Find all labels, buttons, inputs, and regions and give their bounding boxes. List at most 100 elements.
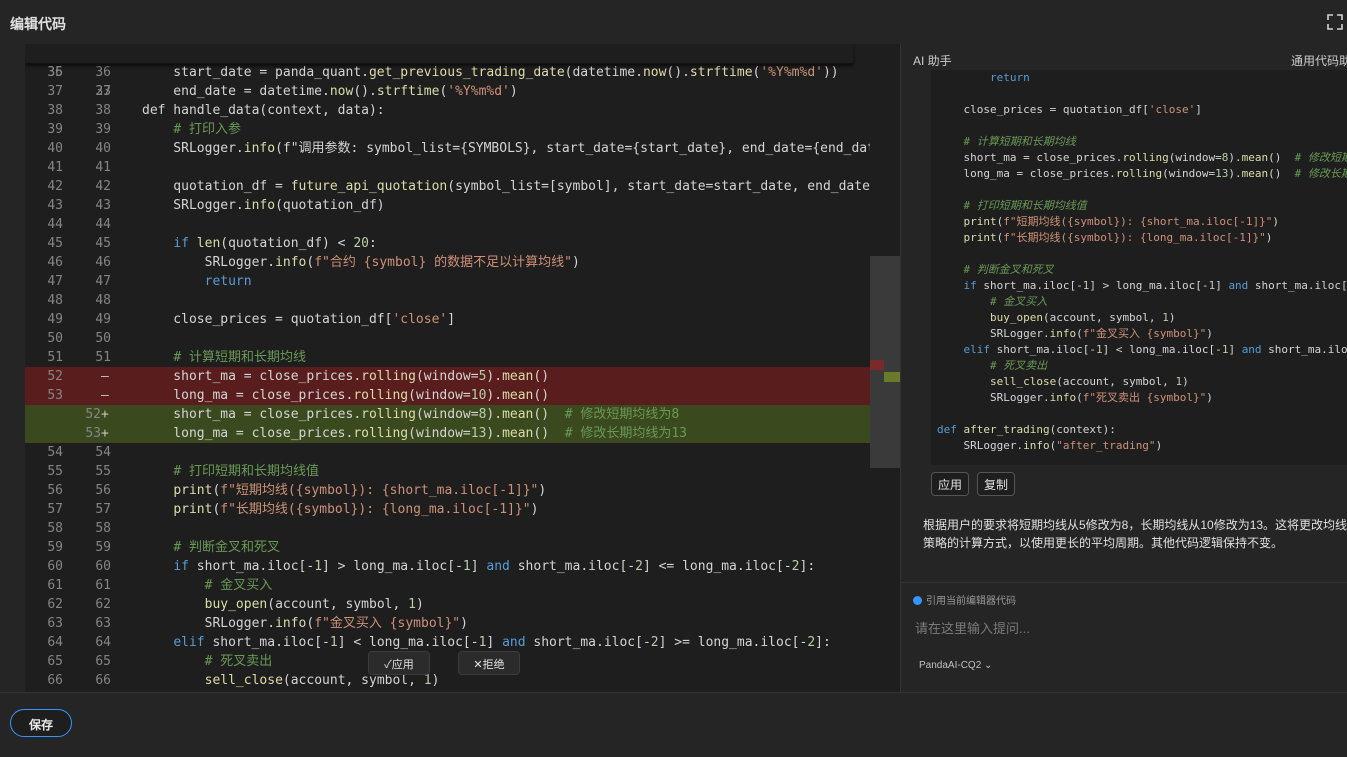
line-number-new: 40 — [95, 141, 111, 156]
line-number-old: 64 — [47, 635, 63, 650]
line-number-old: 66 — [47, 673, 63, 688]
code-text: print(f"长期均线({symbol}): {long_ma.iloc[-1… — [173, 502, 539, 517]
line-number-new: 63 — [95, 616, 111, 631]
code-line[interactable]: 64 64 elif short_ma.iloc[-1] < long_ma.il… — [25, 633, 870, 652]
code-text: SRLogger.info(f"金叉买入 {symbol}") — [142, 616, 468, 631]
line-number-old: 43 — [47, 198, 63, 213]
window-title: 编辑代码 — [10, 16, 66, 32]
code-line[interactable]: 44 44 — [25, 215, 870, 234]
check-circle-icon — [913, 596, 922, 605]
suggested-code-line: print(f"短期均线({symbol}): {short_ma.iloc[-… — [963, 215, 1280, 228]
line-number-old: 55 — [47, 464, 63, 479]
line-number-old: 45 — [47, 236, 63, 251]
code-text: print(f"短期均线({symbol}): {short_ma.iloc[-… — [173, 483, 547, 498]
save-button[interactable]: 保存 — [10, 709, 72, 737]
reference-label: 引用当前编辑器代码 — [926, 596, 1016, 607]
code-line[interactable]: 56 56 print(f"短期均线({symbol}): {short_ma.i… — [25, 481, 870, 500]
line-number-new: 23 — [95, 84, 111, 99]
code-line[interactable]: 45 45 if len(quotation_df) < 20: — [25, 234, 870, 253]
line-number-old: 40 — [47, 141, 63, 156]
code-line[interactable]: 57 57 print(f"长期均线({symbol}): {long_ma.il… — [25, 500, 870, 519]
footer-bar: 保存 — [0, 692, 1347, 757]
line-number-new: 52 — [85, 407, 101, 422]
line-number-new: 50 — [95, 331, 111, 346]
code-line[interactable]: 63 63 SRLogger.info(f"金叉买入 {symbol}") — [25, 614, 870, 633]
code-line[interactable]: 50 50 — [25, 329, 870, 348]
line-number-new: 48 — [95, 293, 111, 308]
suggested-code-line: # 打印短期和长期均线值 — [963, 199, 1087, 212]
apply-code-button[interactable]: 应用 — [931, 472, 970, 496]
code-line[interactable]: 59 59 # 判断金叉和死叉 — [25, 538, 870, 557]
line-number-new: 55 — [95, 464, 111, 479]
code-line[interactable]: 54 54 — [25, 443, 870, 462]
question-input[interactable] — [913, 614, 1337, 642]
line-number-new: 45 — [95, 236, 111, 251]
code-line[interactable]: 51 51 # 计算短期和长期均线 — [25, 348, 870, 367]
assistant-mode-tab[interactable]: 通用代码助 — [1291, 52, 1347, 69]
deleted-code-line[interactable]: 52 — short_ma = close_prices.rolling(wind… — [25, 367, 870, 386]
line-number-old: 41 — [47, 160, 63, 175]
sticky-scroll-header[interactable]: 35 23 def handle_data(context, data): — [25, 44, 853, 118]
code-editor[interactable]: 3636 start_date = panda_quant.get_previo… — [25, 44, 870, 692]
code-line[interactable]: 47 47 return — [25, 272, 870, 291]
suggested-code-line: SRLogger.info(f"金叉买入 {symbol}") — [937, 327, 1213, 340]
code-line[interactable]: 40 40 SRLogger.info(f"调用参数: symbol_list={… — [25, 139, 870, 158]
line-number-new: 51 — [95, 350, 111, 365]
suggested-code-line: elif short_ma.iloc[-1] < long_ma.iloc[-1… — [963, 343, 1347, 356]
suggested-code-line: # 金叉买入 — [989, 295, 1048, 308]
line-number-old: 51 — [47, 350, 63, 365]
model-selector[interactable]: PandaAI-CQ2 ⌄ — [919, 660, 992, 671]
reference-editor-code-toggle[interactable]: 引用当前编辑器代码 — [913, 592, 1016, 607]
suggested-code-line: short_ma = close_prices.rolling(window=8… — [937, 151, 1347, 164]
ai-explanation-text: 根据用户的要求将短期均线从5修改为8，长期均线从10修改为13。这将更改均线策略… — [923, 518, 1347, 550]
reject-diff-button[interactable]: ✕拒绝 — [458, 651, 520, 675]
code-line[interactable]: 3737 end_date = datetime.now().strftime(… — [25, 82, 870, 101]
line-number-new: 53 — [85, 426, 101, 441]
code-line[interactable]: 61 61 # 金叉买入 — [25, 576, 870, 595]
suggested-code-line: def after_trading(context): — [937, 423, 1116, 436]
code-text: # 打印入参 — [173, 122, 241, 137]
fullscreen-icon[interactable] — [1327, 14, 1343, 30]
code-line[interactable]: 58 58 — [25, 519, 870, 538]
code-line[interactable]: 43 43 SRLogger.info(quotation_df) — [25, 196, 870, 215]
code-line[interactable]: 55 55 # 打印短期和长期均线值 — [25, 462, 870, 481]
minimap[interactable] — [870, 44, 900, 692]
code-line[interactable]: 65 65 # 死叉卖出 — [25, 652, 870, 671]
minimap-addition-marker — [884, 372, 900, 382]
added-code-line[interactable]: 53 + long_ma = close_prices.rolling(windo… — [25, 424, 870, 443]
code-text: # 计算短期和长期均线 — [173, 350, 306, 365]
suggested-code-line: close_prices = quotation_df['close'] — [937, 103, 1202, 116]
code-line[interactable]: 42 42 quotation_df = future_api_quotation… — [25, 177, 870, 196]
suggested-code-line: buy_open(account, symbol, 1) — [989, 311, 1176, 324]
code-line[interactable]: 49 49 close_prices = quotation_df['close'… — [25, 310, 870, 329]
code-line[interactable]: 60 60 if short_ma.iloc[-1] > long_ma.iloc… — [25, 557, 870, 576]
copy-code-button[interactable]: 复制 — [977, 472, 1016, 496]
line-number-old: 50 — [47, 331, 63, 346]
line-number-new: 66 — [95, 673, 111, 688]
line-number-new: 64 — [95, 635, 111, 650]
code-line[interactable]: 48 48 — [25, 291, 870, 310]
code-line[interactable]: 41 41 — [25, 158, 870, 177]
code-line[interactable]: 66 66 sell_close(account, symbol, 1) — [25, 671, 870, 690]
suggested-code-line: # 死叉卖出 — [989, 359, 1048, 372]
line-number-old: 63 — [47, 616, 63, 631]
line-number-old: 56 — [47, 483, 63, 498]
code-line[interactable]: 62 62 buy_open(account, symbol, 1) — [25, 595, 870, 614]
line-number-new: 43 — [95, 198, 111, 213]
editor-left-strip — [0, 44, 25, 692]
line-number-old: 48 — [47, 293, 63, 308]
ai-assistant-panel: AI 助手 通用代码助 return close_prices = quotat… — [900, 44, 1347, 692]
suggested-code-line: # 计算短期和长期均线 — [963, 135, 1076, 148]
accept-diff-button[interactable]: ✓应用 — [368, 651, 430, 675]
code-line[interactable]: 39 39 # 打印入参 — [25, 120, 870, 139]
code-text: end_date = datetime.now().strftime('%Y%m… — [142, 84, 518, 99]
code-line[interactable]: 46 46 SRLogger.info(f"合约 {symbol} 的数据不足以计… — [25, 253, 870, 272]
code-text: # 死叉卖出 — [204, 654, 273, 669]
code-line[interactable]: 3636 start_date = panda_quant.get_previo… — [25, 63, 870, 82]
line-number-new: 62 — [95, 597, 111, 612]
added-code-line[interactable]: 52 + short_ma = close_prices.rolling(wind… — [25, 405, 870, 424]
deleted-code-line[interactable]: 53 — long_ma = close_prices.rolling(windo… — [25, 386, 870, 405]
chevron-down-icon: ⌄ — [984, 660, 993, 671]
ai-panel-title: AI 助手 — [913, 54, 952, 68]
line-number-old: 58 — [47, 521, 63, 536]
